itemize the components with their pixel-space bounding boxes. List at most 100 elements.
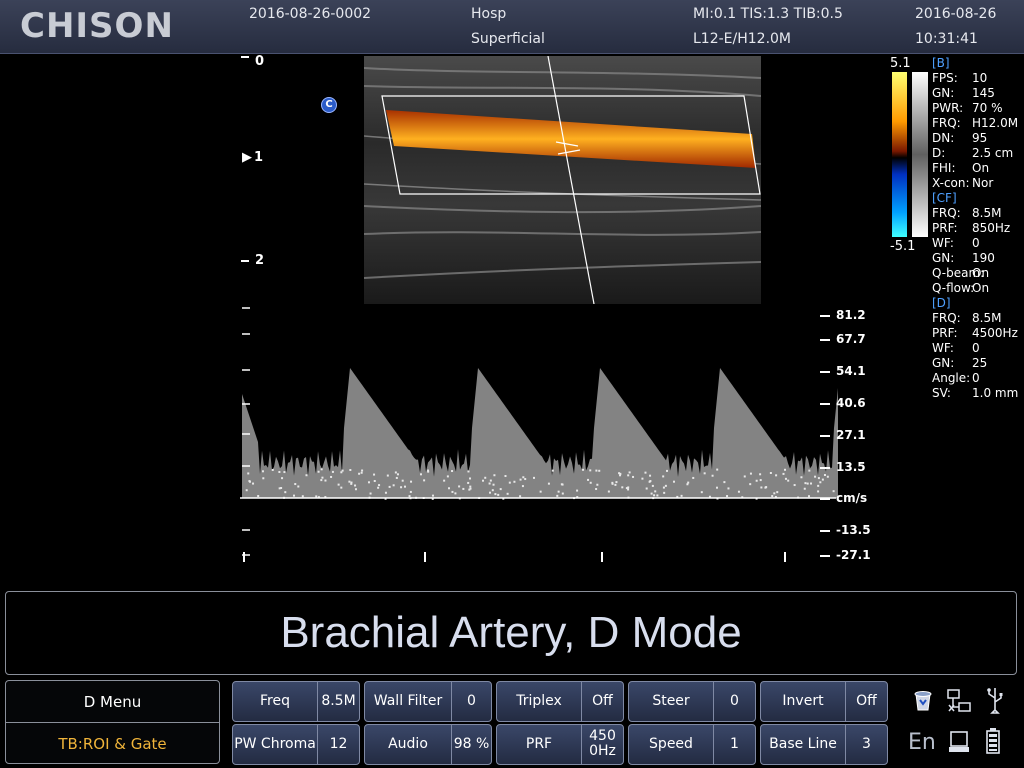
annotation-box[interactable]: Brachial Artery, D Mode bbox=[5, 591, 1017, 675]
b-param-key: FRQ: bbox=[932, 116, 961, 131]
c-marker-icon[interactable]: C bbox=[321, 97, 337, 113]
spectral-speckle bbox=[410, 481, 412, 483]
spectral-speckle bbox=[262, 470, 264, 472]
menu-subtitle[interactable]: TB:ROI & Gate bbox=[6, 723, 219, 765]
language-indicator[interactable]: En bbox=[908, 730, 936, 755]
spectral-speckle bbox=[306, 474, 308, 476]
velocity-tick bbox=[820, 403, 830, 405]
audio-value: 98 % bbox=[451, 725, 491, 764]
velocity-tick bbox=[820, 498, 830, 500]
velocity-label: cm/s bbox=[836, 491, 867, 505]
spectral-speckle bbox=[595, 488, 597, 490]
brand-logo: CHISON bbox=[20, 6, 174, 46]
spectral-speckle bbox=[351, 482, 353, 484]
spectral-speckle bbox=[492, 489, 494, 491]
spectral-speckle bbox=[374, 480, 376, 482]
spectral-speckle bbox=[548, 483, 550, 485]
d-menu-panel[interactable]: D Menu TB:ROI & Gate bbox=[5, 680, 220, 764]
spectral-speckle bbox=[804, 488, 806, 490]
velocity-label: 40.6 bbox=[836, 396, 866, 410]
b-param-key: X-con: bbox=[932, 176, 970, 191]
grayscale-bar bbox=[912, 72, 928, 237]
spectral-speckle bbox=[827, 476, 829, 478]
spectral-speckle bbox=[727, 487, 729, 489]
spectral-speckle bbox=[257, 495, 259, 497]
velocity-label: 81.2 bbox=[836, 308, 866, 322]
menu-title[interactable]: D Menu bbox=[6, 681, 219, 723]
doppler-spectrum[interactable] bbox=[240, 300, 860, 570]
spectral-speckle bbox=[822, 479, 824, 481]
network-icon[interactable] bbox=[946, 688, 972, 714]
b-param-key: FPS: bbox=[932, 71, 958, 86]
spectral-speckle bbox=[315, 495, 317, 497]
spectral-speckle bbox=[771, 495, 773, 497]
d-param-value: 8.5M bbox=[972, 311, 1001, 326]
spectral-speckle bbox=[493, 484, 495, 486]
spectral-speckle bbox=[469, 477, 471, 479]
spectral-speckle bbox=[397, 473, 399, 475]
spectral-speckle bbox=[687, 482, 689, 484]
spectral-speckle bbox=[519, 495, 521, 497]
pw-chroma-label: PW Chroma bbox=[233, 725, 317, 764]
steer-button[interactable]: Steer 0 bbox=[628, 681, 756, 722]
bmode-image[interactable] bbox=[364, 56, 761, 304]
storage-icon[interactable] bbox=[948, 730, 972, 754]
spectral-speckle bbox=[770, 472, 772, 474]
wall-filter-button[interactable]: Wall Filter 0 bbox=[364, 681, 492, 722]
spectral-speckle bbox=[596, 484, 598, 486]
spectral-speckle bbox=[489, 492, 491, 494]
triplex-mode-value: Off bbox=[581, 682, 623, 721]
spectral-speckle bbox=[819, 481, 821, 483]
d-param-value: 0 bbox=[972, 341, 980, 356]
d-mode-header: [D] bbox=[932, 296, 951, 310]
safety-indices: MI:0.1 TIS:1.3 TIB:0.5 bbox=[693, 6, 843, 22]
audio-button[interactable]: Audio 98 % bbox=[364, 724, 492, 765]
b-param-value: 10 bbox=[972, 71, 987, 86]
spectral-speckle bbox=[760, 479, 762, 481]
prf-value: 450 0Hz bbox=[581, 725, 623, 764]
spectral-speckle bbox=[641, 478, 643, 480]
invert-button[interactable]: Invert Off bbox=[760, 681, 888, 722]
spectral-speckle bbox=[614, 484, 616, 486]
spectral-speckle bbox=[247, 472, 249, 474]
spectral-speckle bbox=[361, 472, 363, 474]
spectral-speckle bbox=[759, 473, 761, 475]
cf-param-value: 190 bbox=[972, 251, 995, 266]
d-param-value: 25 bbox=[972, 356, 987, 371]
spectral-speckle bbox=[358, 473, 360, 475]
velocity-tick bbox=[820, 339, 830, 341]
spectral-speckle bbox=[619, 473, 621, 475]
invert-value: Off bbox=[845, 682, 887, 721]
depth-label-0: 0 bbox=[255, 54, 264, 69]
spectral-speckle bbox=[540, 491, 542, 493]
spectral-speckle bbox=[804, 482, 806, 484]
cf-mode-header: [CF] bbox=[932, 191, 957, 205]
spectral-speckle bbox=[522, 476, 524, 478]
spectral-speckle bbox=[716, 487, 718, 489]
prf-value-line2: 0Hz bbox=[582, 744, 623, 759]
spectral-waveform bbox=[242, 368, 838, 498]
freq-button[interactable]: Freq 8.5M bbox=[232, 681, 360, 722]
speed-button[interactable]: Speed 1 bbox=[628, 724, 756, 765]
triplex-mode-button[interactable]: Triplex Mode Off bbox=[496, 681, 624, 722]
spectral-speckle bbox=[612, 483, 614, 485]
b-param-value: 145 bbox=[972, 86, 995, 101]
spectral-speckle bbox=[249, 481, 251, 483]
speed-label: Speed bbox=[629, 725, 713, 764]
spectral-speckle bbox=[808, 495, 810, 497]
spectral-speckle bbox=[393, 484, 395, 486]
baseline-button[interactable]: Base Line 3 bbox=[760, 724, 888, 765]
prf-button[interactable]: PRF 450 0Hz bbox=[496, 724, 624, 765]
cf-param-value: 8.5M bbox=[972, 206, 1001, 221]
depth-label-1: 1 bbox=[254, 150, 263, 165]
spectral-speckle bbox=[756, 480, 758, 482]
recycle-bin-icon[interactable] bbox=[912, 688, 934, 712]
spectral-speckle bbox=[629, 471, 631, 473]
pw-chroma-button[interactable]: PW Chroma 12 bbox=[232, 724, 360, 765]
velocity-tick bbox=[820, 555, 830, 557]
usb-icon[interactable] bbox=[986, 686, 1004, 714]
spectral-speckle bbox=[833, 490, 835, 492]
spectral-speckle bbox=[338, 484, 340, 486]
spectral-speckle bbox=[489, 482, 491, 484]
spectral-speckle bbox=[462, 488, 464, 490]
